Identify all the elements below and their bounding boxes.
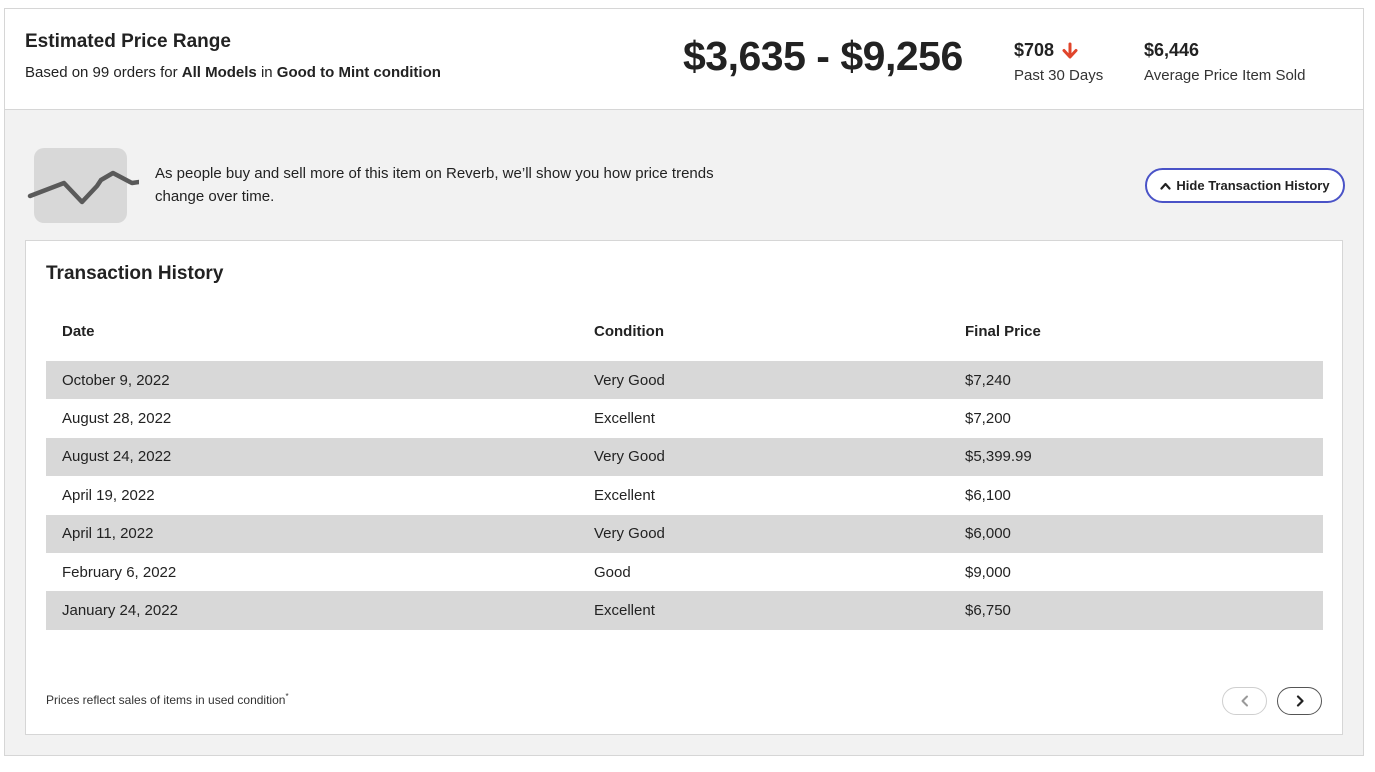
estimated-price-title: Estimated Price Range bbox=[25, 31, 231, 52]
price-summary: Estimated Price Range Based on 99 orders… bbox=[5, 9, 1363, 110]
row-condition: Very Good bbox=[594, 448, 665, 466]
price-change-value: $708 bbox=[1014, 40, 1055, 60]
hide-transaction-history-label: Hide Transaction History bbox=[1176, 178, 1330, 193]
row-condition: Excellent bbox=[594, 602, 655, 620]
table-row: April 11, 2022 Very Good $6,000 bbox=[46, 514, 1323, 553]
row-final-price: $7,200 bbox=[965, 410, 1011, 428]
subtitle-condition: Good to Mint condition bbox=[276, 64, 441, 81]
row-condition: Good bbox=[594, 563, 631, 581]
row-final-price: $6,100 bbox=[965, 486, 1011, 504]
subtitle-in: in bbox=[256, 64, 277, 81]
price-range-value: $3,635 - $9,256 bbox=[683, 33, 963, 79]
average-price-stat: $6,446 Average Price Item Sold bbox=[1144, 40, 1305, 84]
trend-chart-icon bbox=[27, 170, 139, 205]
subtitle-prefix: Based on 99 orders for bbox=[25, 64, 182, 81]
footnote-mark: * bbox=[285, 692, 289, 701]
hide-transaction-history-button[interactable]: Hide Transaction History bbox=[1145, 168, 1345, 203]
row-condition: Excellent bbox=[594, 486, 655, 504]
row-final-price: $6,750 bbox=[965, 602, 1011, 620]
row-final-price: $9,000 bbox=[965, 563, 1011, 581]
row-date: April 19, 2022 bbox=[62, 486, 155, 504]
transaction-history-title: Transaction History bbox=[46, 263, 224, 284]
row-final-price: $5,399.99 bbox=[965, 448, 1032, 466]
chevron-right-icon bbox=[1296, 695, 1304, 707]
row-condition: Very Good bbox=[594, 525, 665, 543]
table-row: August 24, 2022 Very Good $5,399.99 bbox=[46, 437, 1323, 477]
column-header-condition: Condition bbox=[594, 323, 664, 340]
chevron-up-icon bbox=[1160, 182, 1172, 190]
subtitle-models: All Models bbox=[181, 64, 257, 81]
row-date: April 11, 2022 bbox=[62, 525, 154, 543]
row-condition: Very Good bbox=[594, 371, 665, 389]
table-row: October 9, 2022 Very Good $7,240 bbox=[46, 361, 1323, 400]
column-header-final-price: Final Price bbox=[965, 323, 1041, 340]
transaction-history-card: Transaction History Date Condition Final… bbox=[25, 240, 1343, 735]
used-condition-footnote: Prices reflect sales of items in used co… bbox=[46, 692, 289, 707]
next-page-button[interactable] bbox=[1277, 687, 1322, 715]
table-row: August 28, 2022 Excellent $7,200 bbox=[46, 399, 1323, 437]
row-final-price: $7,240 bbox=[965, 371, 1011, 389]
table-row: January 24, 2022 Excellent $6,750 bbox=[46, 591, 1323, 630]
row-condition: Excellent bbox=[594, 410, 655, 428]
price-trend-row: As people buy and sell more of this item… bbox=[5, 110, 1363, 240]
arrow-down-icon bbox=[1062, 42, 1078, 58]
average-price-label: Average Price Item Sold bbox=[1144, 67, 1306, 84]
price-guide-panel: Estimated Price Range Based on 99 orders… bbox=[4, 8, 1364, 756]
row-date: August 24, 2022 bbox=[62, 448, 172, 466]
chevron-left-icon bbox=[1241, 695, 1248, 707]
footnote-text: Prices reflect sales of items in used co… bbox=[46, 693, 286, 707]
row-date: October 9, 2022 bbox=[62, 371, 170, 389]
column-header-date: Date bbox=[62, 323, 95, 340]
row-date: February 6, 2022 bbox=[62, 563, 177, 581]
row-final-price: $6,000 bbox=[965, 525, 1011, 543]
price-change-label: Past 30 Days bbox=[1014, 67, 1104, 84]
table-row: February 6, 2022 Good $9,000 bbox=[46, 553, 1323, 591]
table-row: April 19, 2022 Excellent $6,100 bbox=[46, 476, 1323, 514]
previous-page-button[interactable] bbox=[1222, 687, 1267, 715]
average-price-value: $6,446 bbox=[1144, 40, 1200, 60]
price-change-stat: $708 Past 30 Days bbox=[1014, 40, 1103, 84]
transaction-table: Date Condition Final Price October 9, 20… bbox=[46, 313, 1323, 630]
estimated-price-subtitle: Based on 99 orders for All Models in Goo… bbox=[25, 64, 441, 81]
table-header-row: Date Condition Final Price bbox=[46, 313, 1323, 361]
row-date: January 24, 2022 bbox=[62, 602, 178, 620]
price-trend-message: As people buy and sell more of this item… bbox=[155, 165, 714, 205]
row-date: August 28, 2022 bbox=[62, 410, 172, 428]
